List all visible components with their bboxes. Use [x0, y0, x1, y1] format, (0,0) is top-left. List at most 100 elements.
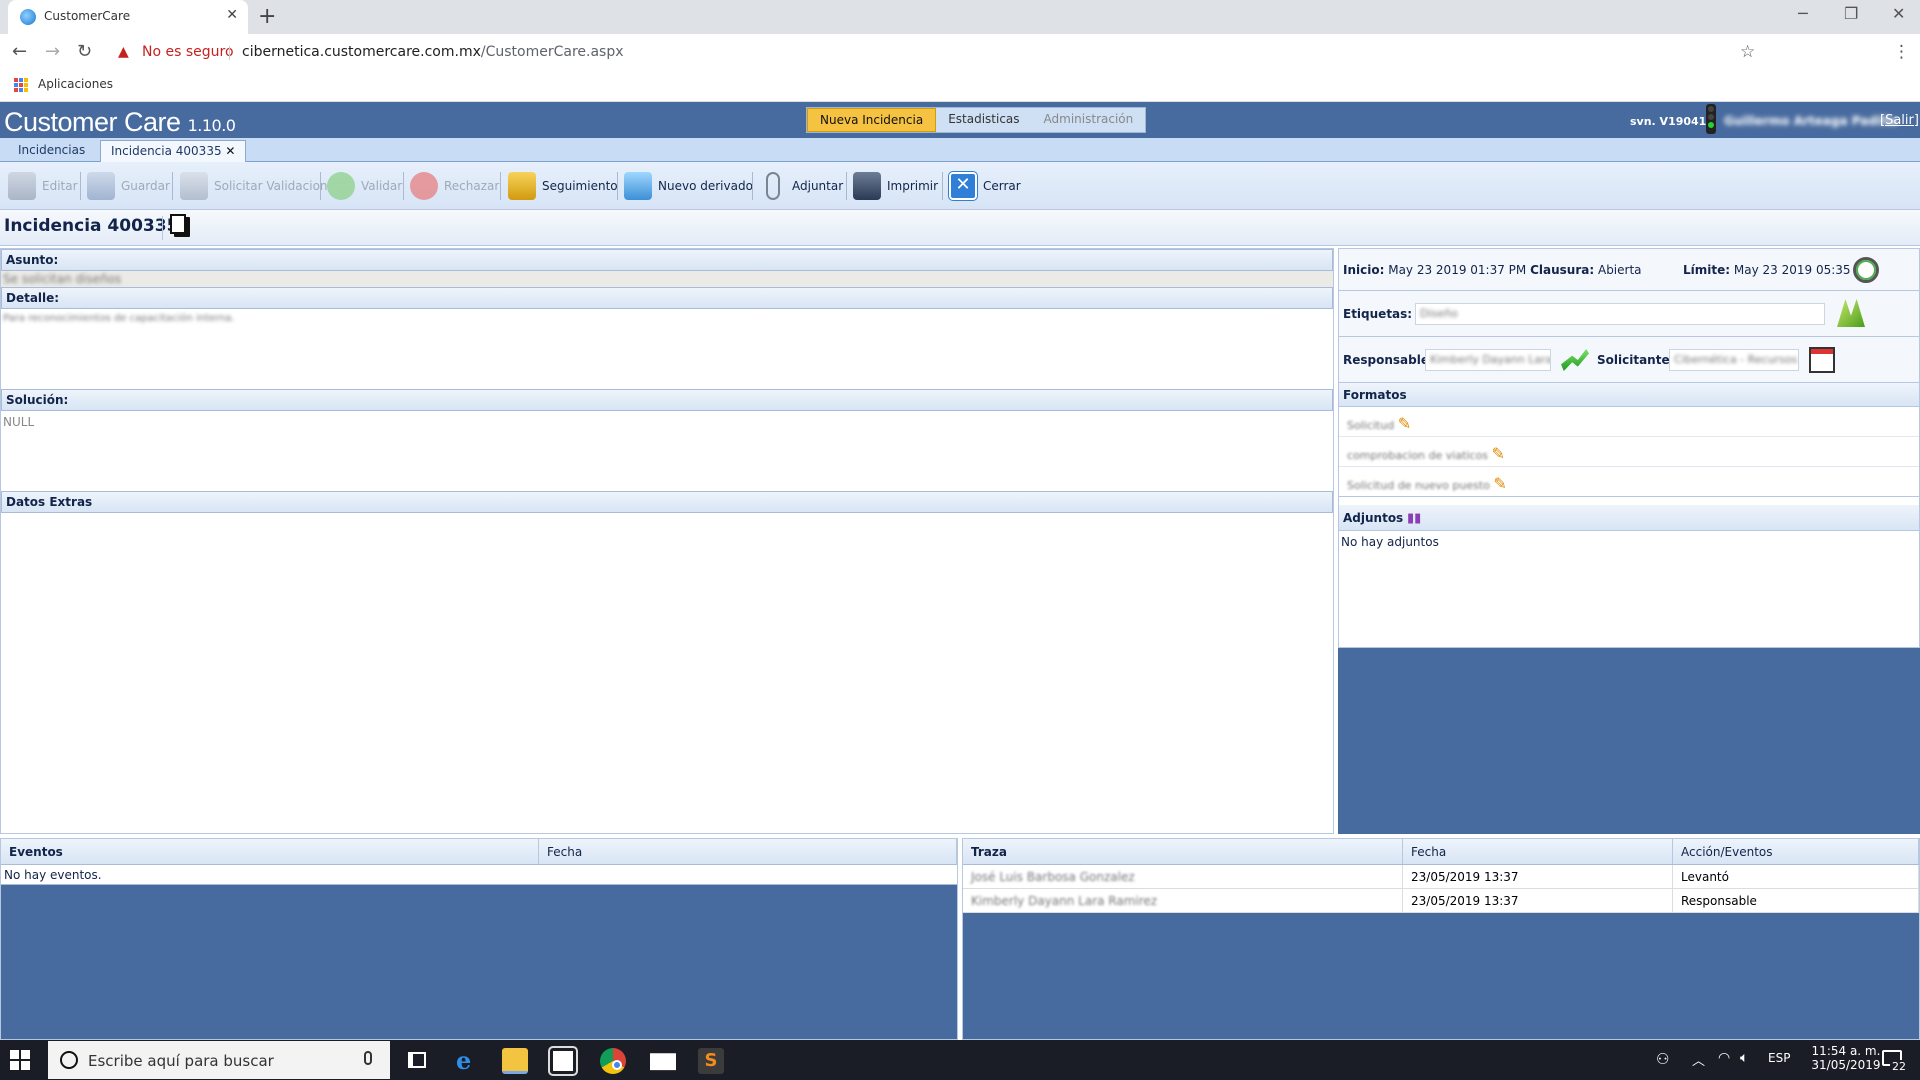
- limite-value: May 23 2019 05:35 PM: [1733, 263, 1872, 277]
- notification-count: 22: [1890, 1060, 1908, 1073]
- apps-bookmark[interactable]: Aplicaciones: [38, 77, 113, 91]
- nav-estadisticas[interactable]: Estadisticas: [936, 108, 1031, 132]
- taskbar-search-placeholder[interactable]: Escribe aquí para buscar: [88, 1052, 274, 1070]
- apps-grid-icon[interactable]: [14, 78, 28, 92]
- asunto-field[interactable]: Se solicitan diseños: [1, 271, 1333, 287]
- close-tab-icon[interactable]: ✕: [225, 144, 235, 158]
- responsable-input[interactable]: Kimberly Dayann Lara R: [1425, 349, 1551, 371]
- bookmark-star-icon[interactable]: ☆: [1740, 42, 1755, 62]
- datos-extras-header: Datos Extras: [1, 491, 1333, 513]
- formato-name: Solicitud de nuevo puesto: [1347, 479, 1490, 492]
- traza-name-text: Kimberly Dayann Lara Ramirez: [971, 894, 1158, 908]
- windows-start-icon[interactable]: [10, 1050, 30, 1070]
- traza-name: Kimberly Dayann Lara Ramirez: [963, 889, 1403, 912]
- tab-incidencias[interactable]: Incidencias: [8, 140, 95, 162]
- reload-icon[interactable]: ↻: [77, 41, 92, 62]
- dates-row: Inicio: May 23 2019 01:37 PM Clausura: A…: [1339, 249, 1919, 291]
- solucion-value: NULL: [3, 415, 35, 429]
- adjuntar-label: Adjuntar: [792, 179, 844, 193]
- close-tab-icon[interactable]: ✕: [226, 7, 238, 23]
- clausura-label: Clausura:: [1530, 263, 1595, 277]
- people-icon[interactable]: ⚇: [1656, 1050, 1669, 1068]
- check-icon: [327, 172, 355, 200]
- seguimiento-button[interactable]: Seguimiento: [508, 171, 618, 201]
- title-divider: [162, 216, 163, 240]
- traza-name-text: José Luis Barbosa Gonzalez: [971, 870, 1135, 884]
- imprimir-label: Imprimir: [887, 179, 939, 193]
- pencil-icon[interactable]: ✎: [1491, 444, 1504, 463]
- browser-tab[interactable]: CustomerCare ✕: [8, 0, 248, 34]
- accion-col-header[interactable]: Acción/Eventos: [1673, 839, 1919, 864]
- solicitante-input[interactable]: Cibernética - Recursos H: [1669, 349, 1799, 371]
- formato-item[interactable]: comprobacion de viaticos ✎: [1339, 437, 1919, 467]
- minimize-icon[interactable]: ─: [1798, 4, 1808, 23]
- tab-incidencia-400335[interactable]: Incidencia 400335 ✕: [100, 140, 247, 162]
- eventos-empty: No hay eventos.: [1, 865, 957, 885]
- nuevo-derivado-button[interactable]: Nuevo derivado: [624, 171, 753, 201]
- logout-link[interactable]: [Salir]: [1880, 113, 1919, 128]
- traza-table: Traza Fecha Acción/Eventos José Luis Bar…: [962, 838, 1920, 1040]
- asunto-header: Asunto:: [1, 249, 1333, 271]
- nav-administracion[interactable]: Administración: [1032, 108, 1146, 132]
- sublime-icon[interactable]: S: [698, 1048, 724, 1074]
- language-indicator[interactable]: ESP: [1768, 1051, 1790, 1065]
- traza-col-header[interactable]: Traza: [963, 839, 1403, 864]
- restore-icon[interactable]: ❐: [1844, 4, 1858, 23]
- pencil-icon[interactable]: ✎: [1493, 474, 1506, 493]
- table-row[interactable]: José Luis Barbosa Gonzalez 23/05/2019 13…: [963, 865, 1919, 889]
- network-icon[interactable]: ◠: [1718, 1050, 1730, 1066]
- toolbar-separator: [500, 172, 501, 200]
- security-label[interactable]: No es seguro: [142, 44, 234, 60]
- solicitante-label: Solicitante:: [1597, 353, 1675, 367]
- url-text[interactable]: cibernetica.customercare.com.mx/Customer…: [242, 44, 624, 60]
- editar-button[interactable]: Editar: [8, 171, 78, 201]
- validar-button[interactable]: Validar: [327, 171, 402, 201]
- store-icon[interactable]: [550, 1048, 576, 1074]
- formato-name: comprobacion de viaticos: [1347, 449, 1488, 462]
- imprimir-button[interactable]: Imprimir: [853, 171, 938, 201]
- adjuntar-button[interactable]: Adjuntar: [760, 171, 843, 201]
- task-view-icon[interactable]: [408, 1052, 426, 1068]
- url-path: /CustomerCare.aspx: [480, 44, 624, 60]
- copy-icon[interactable]: [170, 214, 190, 237]
- edge-icon[interactable]: e: [456, 1046, 471, 1075]
- clock-time: 11:54 a. m.: [1811, 1044, 1881, 1058]
- svn-version: svn. V190416: [1630, 115, 1714, 128]
- browser-tab-title: CustomerCare: [44, 9, 131, 23]
- tag-icon[interactable]: [1837, 299, 1865, 327]
- eventos-col-header[interactable]: Eventos: [1, 839, 539, 864]
- detalle-field[interactable]: Para reconocimientos de capacitación int…: [1, 309, 1333, 389]
- clock[interactable]: 11:54 a. m. 31/05/2019: [1806, 1044, 1886, 1072]
- table-row[interactable]: Kimberly Dayann Lara Ramirez 23/05/2019 …: [963, 889, 1919, 913]
- guardar-button[interactable]: Guardar: [87, 171, 170, 201]
- close-icon: ✕: [948, 171, 978, 201]
- window-close-icon[interactable]: ✕: [1892, 4, 1905, 23]
- volume-muted-icon[interactable]: 🔈︎: [1740, 1050, 1748, 1066]
- formato-item[interactable]: Solicitud de nuevo puesto ✎: [1339, 467, 1919, 497]
- back-icon[interactable]: ←: [12, 41, 27, 62]
- rechazar-button[interactable]: Rechazar: [410, 171, 499, 201]
- pencil-icon[interactable]: ✎: [1398, 414, 1411, 433]
- calendar-icon[interactable]: [1809, 347, 1835, 373]
- formato-item[interactable]: Solicitud ✎: [1339, 407, 1919, 437]
- etiquetas-input[interactable]: Diseño: [1415, 303, 1825, 325]
- tray-chevron-icon[interactable]: ︿: [1692, 1050, 1705, 1069]
- microphone-icon[interactable]: [364, 1051, 372, 1065]
- clock-icon[interactable]: [1853, 257, 1879, 283]
- url-host: cibernetica.customercare.com.mx: [242, 44, 481, 60]
- books-icon[interactable]: ▮▮: [1407, 511, 1421, 526]
- eventos-header-row: Eventos Fecha: [1, 839, 957, 865]
- assign-arrow-icon[interactable]: [1561, 349, 1589, 371]
- solucion-field[interactable]: NULL: [1, 411, 1333, 491]
- cerrar-button[interactable]: ✕ Cerrar: [948, 171, 1021, 201]
- toolbar-separator: [172, 172, 173, 200]
- browser-menu-icon[interactable]: ⋮: [1893, 42, 1910, 62]
- new-tab-icon[interactable]: +: [258, 4, 276, 29]
- seguimiento-label: Seguimiento: [542, 179, 618, 193]
- fecha-col-header[interactable]: Fecha: [1403, 839, 1673, 864]
- fecha-col-header[interactable]: Fecha: [539, 839, 957, 864]
- forward-icon[interactable]: →: [45, 41, 60, 62]
- nav-nueva-incidencia[interactable]: Nueva Incidencia: [807, 108, 937, 132]
- file-explorer-icon[interactable]: [502, 1048, 528, 1074]
- solicitar-validacion-button[interactable]: Solicitar Validacion: [180, 171, 328, 201]
